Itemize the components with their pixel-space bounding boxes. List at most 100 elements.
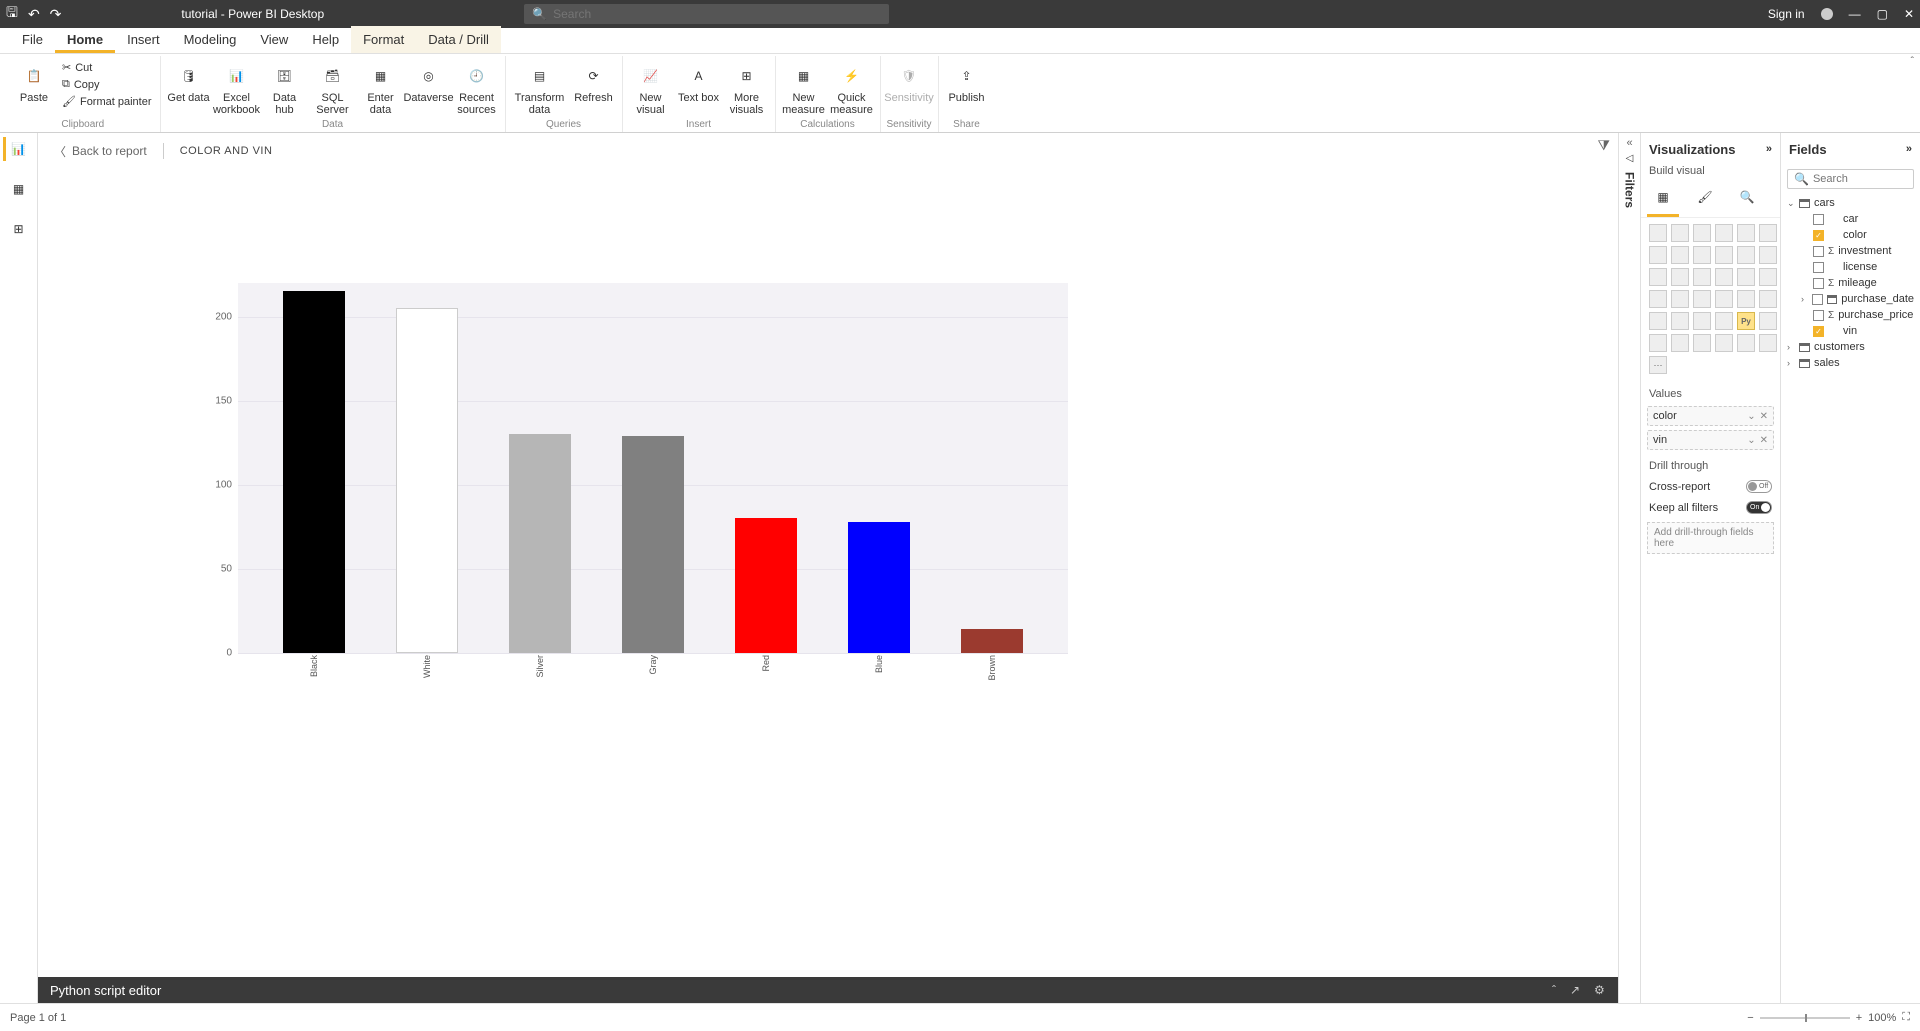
viz-type-cell[interactable]	[1737, 334, 1755, 352]
cross-report-toggle[interactable]: Off	[1746, 480, 1772, 493]
chevron-down-icon[interactable]: ⌄	[1747, 411, 1755, 422]
dataverse-button[interactable]: ◎Dataverse	[407, 60, 451, 104]
field-purchase_date[interactable]: ›purchase_date	[1785, 291, 1916, 307]
fields-search-input[interactable]	[1813, 173, 1907, 185]
bar-red[interactable]	[735, 518, 797, 653]
filters-pane-collapsed[interactable]: « ◁ Filters	[1618, 133, 1640, 1003]
bar-brown[interactable]	[961, 629, 1023, 653]
remove-field-icon[interactable]: ✕	[1760, 411, 1768, 422]
drill-arrow-icon[interactable]: ◁	[1626, 153, 1634, 164]
viz-type-cell[interactable]	[1649, 334, 1667, 352]
field-investment[interactable]: Σinvestment	[1785, 243, 1916, 259]
bar-black[interactable]	[283, 291, 345, 653]
ribbon-collapse-icon[interactable]: ˆ	[1911, 56, 1914, 67]
viz-type-cell[interactable]	[1759, 268, 1777, 286]
viz-type-cell[interactable]	[1737, 290, 1755, 308]
field-license[interactable]: license	[1785, 259, 1916, 275]
viz-type-cell[interactable]	[1693, 290, 1711, 308]
viz-type-cell[interactable]	[1693, 224, 1711, 242]
global-search[interactable]: 🔍	[524, 4, 889, 24]
expand-fields-icon[interactable]: »	[1906, 143, 1912, 155]
bar-silver[interactable]	[509, 434, 571, 653]
new-visual-button[interactable]: 📈New visual	[629, 60, 673, 116]
avatar[interactable]	[1821, 8, 1833, 20]
table-sales[interactable]: ›sales	[1785, 355, 1916, 371]
signin-link[interactable]: Sign in	[1768, 7, 1805, 21]
fields-search[interactable]: 🔍	[1787, 169, 1914, 189]
viz-type-cell[interactable]	[1671, 312, 1689, 330]
viz-type-cell[interactable]	[1715, 224, 1733, 242]
report-canvas[interactable]: ⧩ ⋯ 〈Back to report COLOR AND VIN 050100…	[38, 133, 1640, 1003]
viz-type-cell[interactable]	[1715, 268, 1733, 286]
viz-type-cell[interactable]	[1671, 334, 1689, 352]
tab-view[interactable]: View	[248, 26, 300, 53]
value-field-vin[interactable]: vin ⌄✕	[1647, 430, 1774, 450]
viz-type-cell[interactable]	[1715, 246, 1733, 264]
field-car[interactable]: car	[1785, 211, 1916, 227]
viz-type-cell[interactable]	[1649, 290, 1667, 308]
viz-type-cell[interactable]	[1759, 246, 1777, 264]
viz-type-cell[interactable]	[1715, 290, 1733, 308]
build-visual-tab[interactable]: ▦	[1651, 185, 1675, 209]
bar-white[interactable]	[396, 308, 458, 653]
keep-filters-toggle[interactable]: On	[1746, 501, 1772, 514]
data-view-button[interactable]: ▦	[5, 177, 33, 201]
tab-format[interactable]: Format	[351, 26, 416, 53]
viz-type-cell[interactable]	[1693, 334, 1711, 352]
expand-viz-icon[interactable]: »	[1766, 143, 1772, 155]
format-painter-button[interactable]: 🖌Format painter	[60, 94, 154, 109]
transform-data-button[interactable]: ▤Transform data	[512, 60, 568, 116]
viz-type-cell[interactable]	[1759, 312, 1777, 330]
tab-help[interactable]: Help	[300, 26, 351, 53]
sql-button[interactable]: 🗃SQL Server	[311, 60, 355, 116]
close-icon[interactable]: ✕	[1904, 7, 1914, 21]
remove-field-icon[interactable]: ✕	[1760, 435, 1768, 446]
publish-button[interactable]: ⇪Publish	[945, 60, 989, 104]
viz-type-cell[interactable]	[1649, 224, 1667, 242]
viz-type-cell[interactable]	[1759, 224, 1777, 242]
more-visuals-button[interactable]: ⊞More visuals	[725, 60, 769, 116]
value-field-color[interactable]: color ⌄✕	[1647, 406, 1774, 426]
format-visual-tab[interactable]: 🖌	[1693, 185, 1717, 209]
zoom-slider[interactable]	[1760, 1017, 1850, 1019]
viz-type-cell[interactable]	[1737, 268, 1755, 286]
viz-type-cell[interactable]	[1649, 268, 1667, 286]
enter-data-button[interactable]: ▦Enter data	[359, 60, 403, 116]
chevron-down-icon[interactable]: ⌄	[1747, 435, 1755, 446]
bar-gray[interactable]	[622, 436, 684, 653]
viz-type-cell[interactable]	[1649, 312, 1667, 330]
viz-type-cell[interactable]	[1759, 334, 1777, 352]
tab-file[interactable]: File	[10, 26, 55, 53]
tab-home[interactable]: Home	[55, 26, 115, 53]
drill-through-dropzone[interactable]: Add drill-through fields here	[1647, 522, 1774, 554]
paste-button[interactable]: 📋 Paste	[12, 60, 56, 104]
table-customers[interactable]: ›customers	[1785, 339, 1916, 355]
new-measure-button[interactable]: ▦New measure	[782, 60, 826, 116]
gear-icon[interactable]: ⚙	[1594, 983, 1605, 997]
popout-icon[interactable]: ↗	[1570, 983, 1580, 997]
field-mileage[interactable]: Σmileage	[1785, 275, 1916, 291]
python-script-editor-bar[interactable]: Python script editor ˆ ↗ ⚙ ▷	[38, 977, 1640, 1003]
report-view-button[interactable]: 📊	[3, 137, 31, 161]
viz-type-cell[interactable]	[1737, 246, 1755, 264]
global-search-input[interactable]	[553, 7, 881, 21]
undo-icon[interactable]: ↶	[28, 6, 40, 23]
viz-type-cell[interactable]	[1671, 290, 1689, 308]
viz-type-cell[interactable]	[1671, 246, 1689, 264]
viz-type-python[interactable]: Py	[1737, 312, 1755, 330]
viz-type-cell[interactable]	[1759, 290, 1777, 308]
maximize-icon[interactable]: ▢	[1877, 7, 1888, 21]
field-color[interactable]: ✓color	[1785, 227, 1916, 243]
copy-button[interactable]: ⧉Copy	[60, 77, 154, 92]
minimize-icon[interactable]: —	[1849, 7, 1861, 21]
recent-sources-button[interactable]: 🕘Recent sources	[455, 60, 499, 116]
tab-datadrill[interactable]: Data / Drill	[416, 26, 501, 53]
viz-type-cell[interactable]	[1693, 312, 1711, 330]
cut-button[interactable]: ✂Cut	[60, 60, 154, 75]
viz-type-cell[interactable]	[1715, 312, 1733, 330]
fit-to-page-icon[interactable]: ⛶	[1902, 1011, 1910, 1024]
redo-icon[interactable]: ↷	[50, 6, 62, 23]
bar-chart[interactable]: 050100150200 BlackWhiteSilverGrayRedBlue…	[208, 283, 1068, 703]
field-vin[interactable]: ✓vin	[1785, 323, 1916, 339]
viz-type-cell[interactable]	[1715, 334, 1733, 352]
